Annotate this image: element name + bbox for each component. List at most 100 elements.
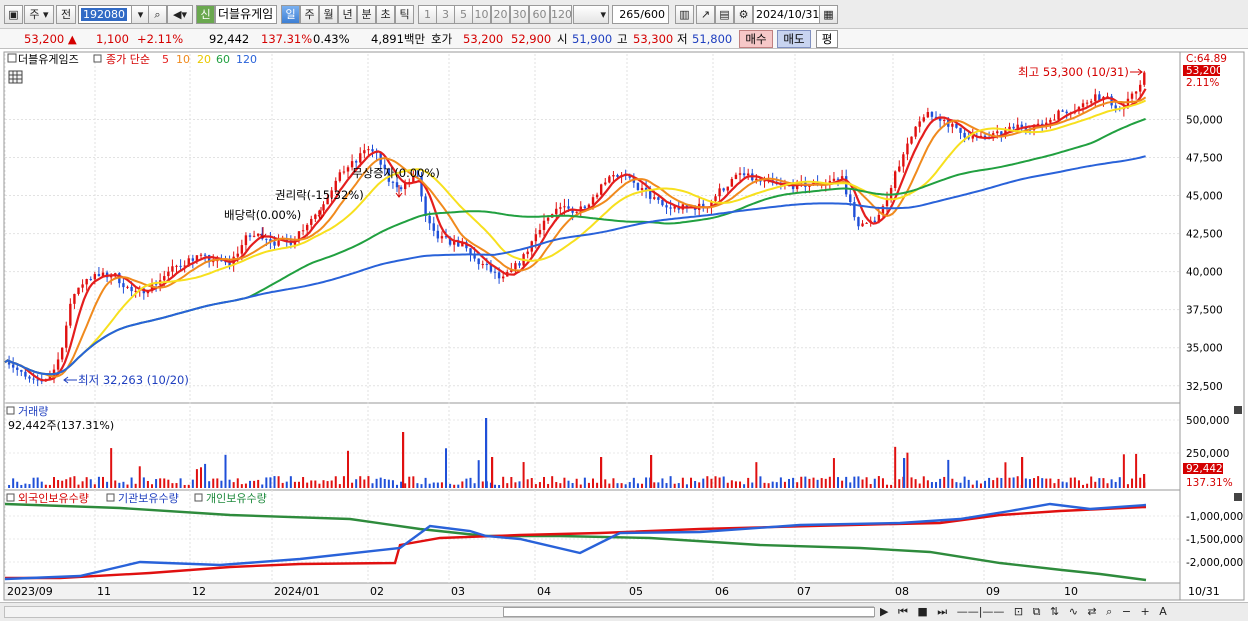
volume-bar bbox=[751, 482, 754, 488]
window-icon[interactable]: ⧉ bbox=[1033, 604, 1041, 620]
layout-icon[interactable]: ⊡ bbox=[1014, 604, 1023, 620]
period-tick-button[interactable]: 틱 bbox=[395, 5, 414, 24]
date-field[interactable]: 2024/10/31 bbox=[753, 5, 825, 24]
period-week-button[interactable]: 주 bbox=[300, 5, 319, 24]
compare-icon[interactable]: ⇅ bbox=[1050, 604, 1059, 620]
volume-panel-close-icon[interactable] bbox=[1234, 406, 1242, 414]
average-button[interactable]: 평 bbox=[816, 30, 838, 48]
sell-button[interactable]: 매도 bbox=[777, 30, 811, 48]
candle-body bbox=[526, 251, 529, 255]
holding-box-icon bbox=[6, 493, 15, 502]
date-value: 2024/10/31 bbox=[756, 8, 820, 21]
candle-body bbox=[265, 238, 268, 240]
interval-60-button[interactable]: 60 bbox=[529, 5, 550, 24]
period-day-button[interactable]: 일 bbox=[281, 5, 300, 24]
volume-bar bbox=[645, 477, 648, 488]
volume-bar bbox=[926, 480, 929, 488]
candle-body bbox=[424, 196, 427, 216]
period-second-button[interactable]: 초 bbox=[376, 5, 395, 24]
volume-bar bbox=[673, 483, 676, 488]
volume-bar bbox=[481, 481, 484, 488]
panel-menu-icon[interactable] bbox=[7, 53, 17, 63]
table-icon[interactable] bbox=[8, 70, 23, 84]
volume-bar bbox=[8, 484, 11, 488]
speaker-icon[interactable]: ◀▾ bbox=[167, 5, 193, 24]
open-label: 시 bbox=[557, 32, 568, 46]
chart-type-icon[interactable]: ▥ bbox=[675, 5, 694, 24]
volume-bar bbox=[759, 476, 762, 488]
volume-bar bbox=[873, 478, 876, 488]
zoom-slider-icon[interactable]: ——|—— bbox=[957, 604, 1005, 620]
volume-bar bbox=[563, 477, 566, 488]
candle-body bbox=[746, 173, 750, 176]
candle-body bbox=[514, 263, 517, 270]
interval-3-button[interactable]: 3 bbox=[436, 5, 455, 24]
volume-bar bbox=[69, 477, 72, 488]
stop-icon[interactable]: ■ bbox=[917, 604, 927, 620]
interval-10-button[interactable]: 10 bbox=[472, 5, 491, 24]
legend-individual: 개인보유수량 bbox=[206, 492, 267, 505]
volume-bar bbox=[861, 479, 864, 488]
ask-price: 53,200 bbox=[463, 32, 504, 46]
volume-bar bbox=[477, 460, 480, 488]
jeon-button[interactable]: 전 bbox=[56, 5, 76, 24]
scrollbar-thumb[interactable] bbox=[503, 607, 875, 617]
candle-body bbox=[391, 181, 395, 183]
market-type-dropdown[interactable]: 주 ▾ bbox=[24, 5, 54, 24]
price-panel[interactable] bbox=[3, 51, 1181, 404]
sync-icon[interactable]: ⇄ bbox=[1087, 604, 1096, 620]
volume-bar bbox=[383, 478, 386, 488]
window-menu-icon[interactable]: ▣ bbox=[4, 5, 23, 24]
candle-body bbox=[922, 117, 925, 122]
search-icon[interactable]: ⌕ bbox=[148, 5, 167, 24]
interval-1-button[interactable]: 1 bbox=[418, 5, 437, 24]
zoom-icon[interactable]: ⌕ bbox=[1106, 604, 1112, 620]
last-page-icon[interactable]: ⏭ bbox=[937, 604, 947, 620]
calendar-icon[interactable]: ▦ bbox=[819, 5, 838, 24]
candle-body bbox=[1057, 110, 1060, 120]
volume-spike bbox=[402, 432, 405, 488]
candle-body bbox=[930, 112, 934, 117]
holding-panel-close-icon[interactable] bbox=[1234, 493, 1242, 501]
volume-bar bbox=[93, 484, 96, 488]
volume-bar bbox=[906, 452, 909, 488]
volume-bar bbox=[240, 484, 243, 488]
volume-panel[interactable] bbox=[3, 402, 1181, 491]
chart-area[interactable]: 더블유게임즈 종가 단순 5 10 20 60 120 최고 53,300 (1… bbox=[0, 49, 1248, 602]
draw-tool-icon[interactable]: ↗ bbox=[696, 5, 715, 24]
bid-price: 52,900 bbox=[511, 32, 552, 46]
volume-bar bbox=[191, 479, 194, 488]
buy-button[interactable]: 매수 bbox=[739, 30, 773, 48]
candle-body bbox=[301, 230, 305, 232]
zoom-in-icon[interactable]: + bbox=[1141, 604, 1150, 620]
interval-20-button[interactable]: 20 bbox=[491, 5, 510, 24]
gear-icon[interactable]: ⚙ bbox=[734, 5, 753, 24]
indicator-icon[interactable]: ∿ bbox=[1069, 604, 1078, 620]
interval-30-button[interactable]: 30 bbox=[510, 5, 529, 24]
volume-bar bbox=[73, 476, 76, 488]
shin-button[interactable]: 신 bbox=[196, 5, 215, 24]
data-count-field[interactable]: 265/600 bbox=[612, 5, 669, 24]
period-year-button[interactable]: 년 bbox=[338, 5, 357, 24]
interval-5-button[interactable]: 5 bbox=[454, 5, 473, 24]
interval-dropdown[interactable]: ▾ bbox=[573, 5, 609, 24]
scroll-right-icon[interactable]: ▶ bbox=[880, 604, 888, 620]
volume-bar bbox=[220, 480, 223, 488]
chart-scrollbar[interactable] bbox=[4, 606, 875, 618]
volume-bar bbox=[338, 484, 341, 488]
stock-chart[interactable]: 더블유게임즈 종가 단순 5 10 20 60 120 최고 53,300 (1… bbox=[0, 49, 1248, 602]
volume-bar bbox=[465, 478, 468, 488]
volume-bar bbox=[567, 480, 570, 488]
font-size-icon[interactable]: A bbox=[1159, 604, 1167, 620]
volume-bar bbox=[1094, 481, 1097, 488]
x-axis-label: 2024/01 bbox=[274, 585, 320, 598]
zoom-out-icon[interactable]: − bbox=[1122, 604, 1131, 620]
period-month-button[interactable]: 월 bbox=[319, 5, 338, 24]
period-minute-button[interactable]: 분 bbox=[357, 5, 376, 24]
volume-bar bbox=[269, 477, 272, 488]
interval-120-button[interactable]: 120 bbox=[550, 5, 572, 24]
first-page-icon[interactable]: ⏮ bbox=[898, 604, 908, 620]
candle-body bbox=[640, 188, 644, 190]
candle-body bbox=[595, 194, 599, 198]
save-icon[interactable]: ▤ bbox=[715, 5, 734, 24]
